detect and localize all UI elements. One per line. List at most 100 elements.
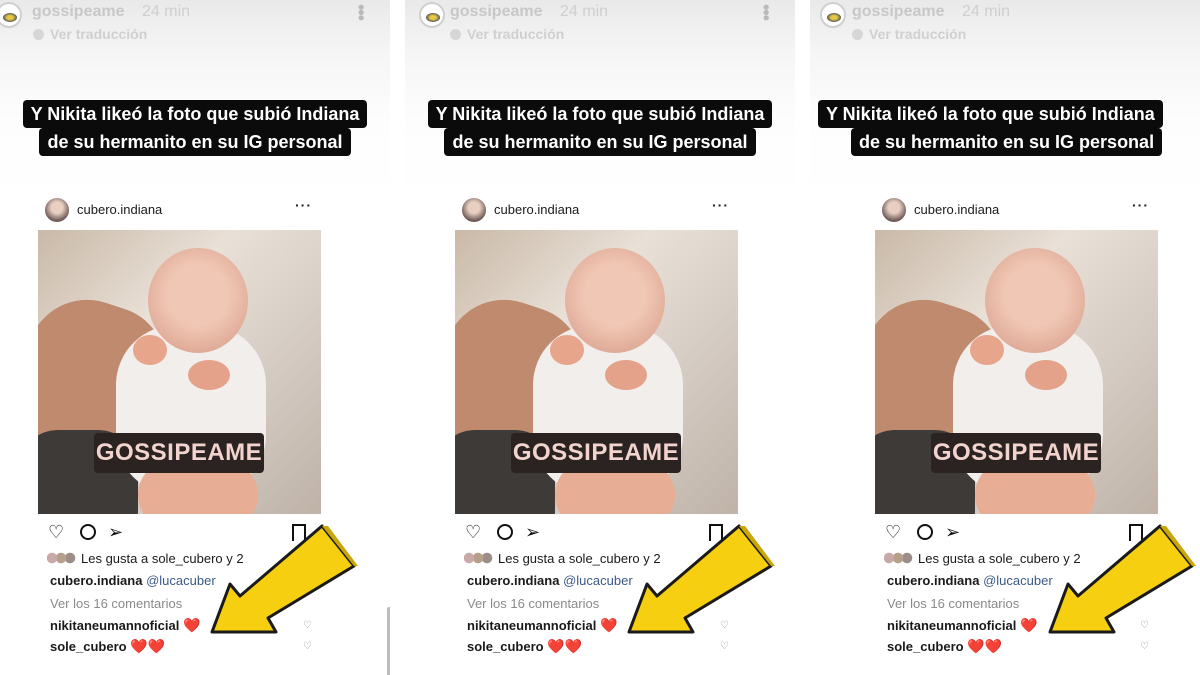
more-options-icon[interactable]: •••: [756, 4, 776, 20]
baby-photo: GOSSIPEAME: [38, 230, 321, 514]
caption-line-2: de su hermanito en su IG personal: [0, 128, 390, 156]
scroll-edge: [387, 607, 390, 675]
caption-line-1: Y Nikita likeó la foto que subió Indiana: [0, 100, 390, 128]
story-header: gossipeame 24 min ••• Ver traducción: [405, 0, 795, 48]
liker-avatars: [884, 552, 914, 564]
post-more-icon: ···: [712, 197, 729, 213]
comment-icon: [497, 524, 513, 540]
comment-user: nikitaneumannoficial: [50, 618, 180, 633]
translation-link[interactable]: Ver traducción: [869, 26, 966, 42]
post-caption: cubero.indiana @lucacuber: [50, 573, 216, 588]
story-header: gossipeame 24 min Ver traducción: [810, 0, 1200, 48]
caption-username: cubero.indiana: [50, 573, 143, 588]
story-username[interactable]: gossipeame: [450, 3, 542, 21]
story-avatar[interactable]: [419, 2, 445, 28]
yellow-arrow: [1048, 524, 1196, 634]
view-comments-link: Ver los 16 comentarios: [50, 596, 183, 611]
comment-row: nikitaneumannoficial ❤️: [50, 617, 200, 634]
story-username[interactable]: gossipeame: [852, 3, 944, 21]
comment-user: nikitaneumannoficial: [467, 618, 597, 633]
watermark-label: GOSSIPEAME: [94, 433, 264, 473]
story-time: 24 min: [560, 3, 609, 20]
more-options-icon[interactable]: •••: [351, 4, 371, 20]
liker-avatars: [464, 552, 494, 564]
comment-emoji: ❤️❤️: [547, 638, 583, 654]
caption-line-2: de su hermanito en su IG personal: [405, 128, 795, 156]
baby-photo: GOSSIPEAME: [875, 230, 1158, 514]
story-panel-3: gossipeame 24 min Ver traducción Y Nikit…: [810, 0, 1200, 675]
heart-icon: ♡: [885, 522, 902, 542]
translation-link[interactable]: Ver traducción: [50, 26, 147, 42]
story-panel-1: gossipeame 24 min ••• Ver traducción Y N…: [0, 0, 390, 675]
yellow-arrow: [627, 524, 775, 634]
globe-icon: [450, 29, 461, 40]
post-more-icon: ···: [1132, 197, 1149, 213]
story-avatar[interactable]: [820, 2, 846, 28]
story-panels: gossipeame 24 min ••• Ver traducción Y N…: [0, 0, 1200, 675]
post-username: cubero.indiana: [914, 202, 1000, 217]
comment-icon: [917, 524, 933, 540]
comment-emoji: ❤️: [1019, 617, 1038, 633]
caption-username: cubero.indiana: [467, 573, 560, 588]
comment-user: sole_cubero: [467, 639, 544, 654]
story-time: 24 min: [142, 3, 191, 20]
story-header: gossipeame 24 min ••• Ver traducción: [0, 0, 390, 48]
share-icon: ➢: [945, 522, 961, 542]
post-avatar: [45, 198, 69, 222]
comment-row: nikitaneumannoficial ❤️: [887, 617, 1037, 634]
caption-mention: @lucacuber: [983, 573, 1053, 588]
comment-icon: [80, 524, 96, 540]
comment-row: sole_cubero ❤️❤️: [50, 638, 165, 655]
comment-user: nikitaneumannoficial: [887, 618, 1017, 633]
comment-row: sole_cubero ❤️❤️: [887, 638, 1002, 655]
story-panel-2: gossipeame 24 min ••• Ver traducción Y N…: [405, 0, 795, 675]
caption-line-1: Y Nikita likeó la foto que subió Indiana: [818, 100, 1200, 128]
story-username[interactable]: gossipeame: [32, 3, 124, 21]
story-avatar[interactable]: [0, 2, 22, 28]
liker-avatars: [47, 552, 77, 564]
caption-line-2: de su hermanito en su IG personal: [851, 128, 1200, 156]
caption-line-1: Y Nikita likeó la foto que subió Indiana: [405, 100, 795, 128]
share-icon: ➢: [525, 522, 541, 542]
caption-username: cubero.indiana: [887, 573, 980, 588]
share-icon: ➢: [108, 522, 124, 542]
comment-emoji: ❤️❤️: [130, 638, 166, 654]
view-comments-link: Ver los 16 comentarios: [467, 596, 600, 611]
comment-like-icon: ♡: [1140, 641, 1149, 652]
watermark-label: GOSSIPEAME: [511, 433, 681, 473]
translation-link[interactable]: Ver traducción: [467, 26, 564, 42]
caption-text-1: Y Nikita likeó la foto que subió Indiana: [427, 100, 773, 128]
post-avatar: [882, 198, 906, 222]
comment-emoji: ❤️: [599, 617, 618, 633]
comment-emoji: ❤️❤️: [967, 638, 1003, 654]
caption-mention: @lucacuber: [563, 573, 633, 588]
post-more-icon: ···: [295, 197, 312, 213]
heart-icon: ♡: [465, 522, 482, 542]
caption-text-2: de su hermanito en su IG personal: [39, 128, 351, 156]
globe-icon: [852, 29, 863, 40]
story-time: 24 min: [962, 3, 1011, 20]
post-username: cubero.indiana: [77, 202, 163, 217]
post-username: cubero.indiana: [494, 202, 580, 217]
baby-photo: GOSSIPEAME: [455, 230, 738, 514]
caption-text-1: Y Nikita likeó la foto que subió Indiana: [22, 100, 368, 128]
heart-icon: ♡: [48, 522, 65, 542]
comment-like-icon: ♡: [303, 641, 312, 652]
caption-text-2: de su hermanito en su IG personal: [444, 128, 756, 156]
caption-text-2: de su hermanito en su IG personal: [851, 128, 1163, 156]
comment-user: sole_cubero: [50, 639, 127, 654]
comment-like-icon: ♡: [720, 641, 729, 652]
view-comments-link: Ver los 16 comentarios: [887, 596, 1020, 611]
comment-row: sole_cubero ❤️❤️: [467, 638, 582, 655]
watermark-label: GOSSIPEAME: [931, 433, 1101, 473]
comment-row: nikitaneumannoficial ❤️: [467, 617, 617, 634]
comment-user: sole_cubero: [887, 639, 964, 654]
post-caption: cubero.indiana @lucacuber: [467, 573, 633, 588]
caption-mention: @lucacuber: [146, 573, 216, 588]
globe-icon: [33, 29, 44, 40]
post-avatar: [462, 198, 486, 222]
comment-emoji: ❤️: [182, 617, 201, 633]
yellow-arrow: [210, 524, 358, 634]
caption-text-1: Y Nikita likeó la foto que subió Indiana: [818, 100, 1163, 128]
post-caption: cubero.indiana @lucacuber: [887, 573, 1053, 588]
